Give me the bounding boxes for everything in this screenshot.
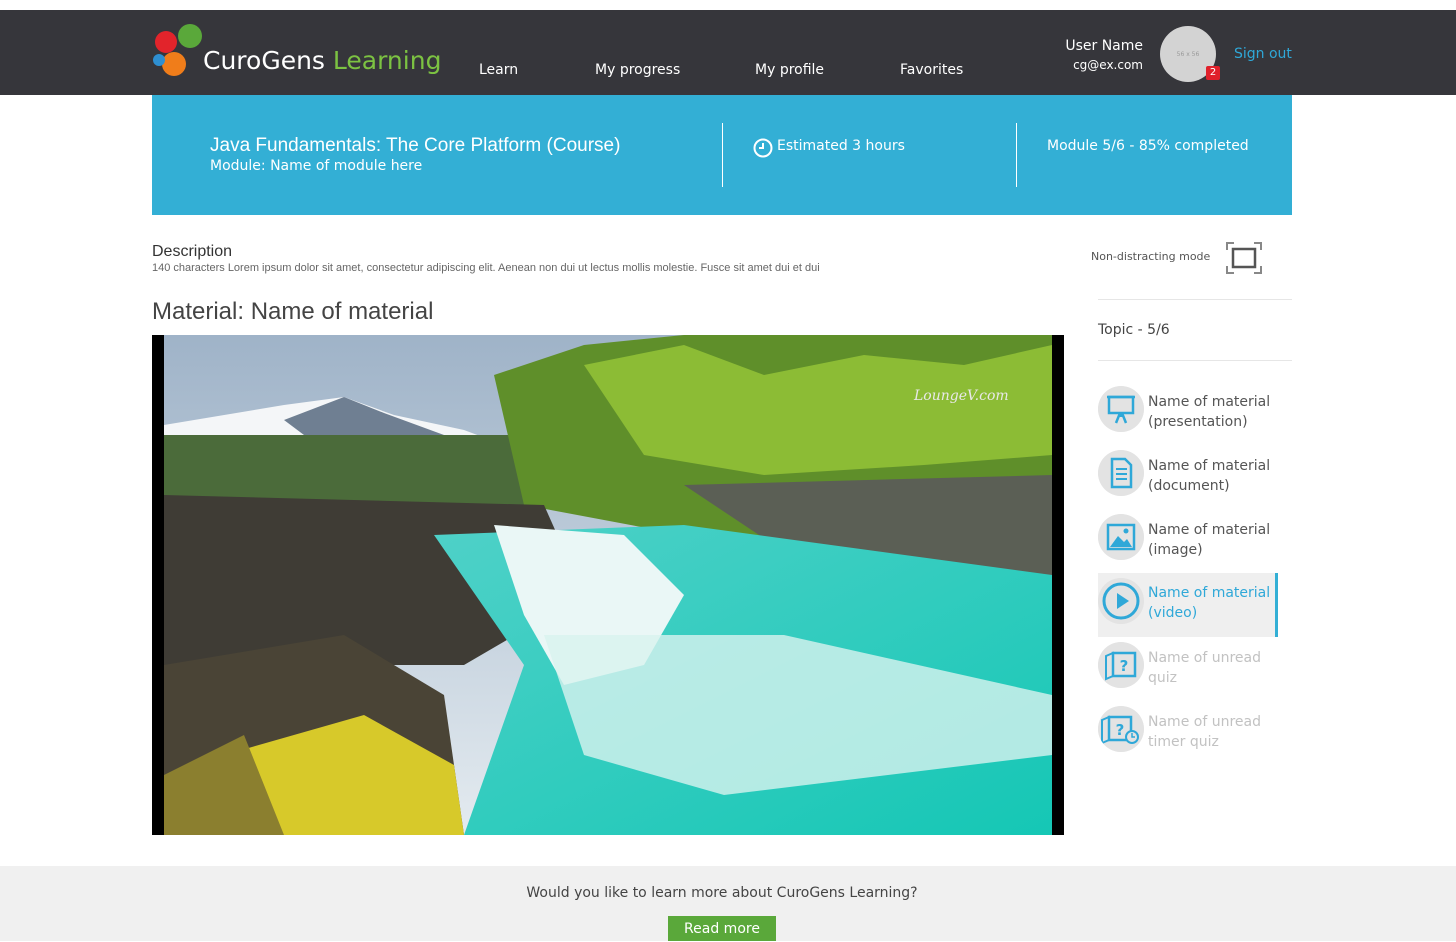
material-item-name: Name of material — [1148, 458, 1271, 474]
estimated-time: Estimated 3 hours — [777, 138, 905, 154]
module-name: Module: Name of module here — [210, 158, 423, 174]
sign-out-link[interactable]: Sign out — [1234, 46, 1292, 62]
material-item-type: (presentation) — [1148, 414, 1248, 430]
sidebar-divider — [1098, 299, 1292, 300]
material-item-type: (image) — [1148, 542, 1203, 558]
material-item-name: Name of material — [1148, 585, 1271, 601]
video-play-icon — [1098, 578, 1144, 624]
quiz-icon: ? — [1098, 642, 1144, 688]
material-item-type: (document) — [1148, 478, 1230, 494]
top-strip — [0, 0, 1456, 10]
brand-name-accent: Learning — [332, 46, 442, 75]
material-item-label: Name of material (presentation) — [1148, 392, 1276, 432]
material-item-name: Name of material — [1148, 394, 1271, 410]
user-name: User Name — [1065, 38, 1143, 54]
footer-cta-text: Would you like to learn more about CuroG… — [526, 885, 918, 901]
nav-learn[interactable]: Learn — [479, 62, 518, 78]
material-item-video[interactable]: Name of material (video) — [1098, 573, 1278, 637]
material-item-presentation[interactable]: Name of material (presentation) — [1098, 386, 1278, 450]
document-icon — [1098, 450, 1144, 496]
material-item-name: Name of unread — [1148, 650, 1261, 666]
read-more-button[interactable]: Read more — [668, 916, 776, 941]
notification-badge[interactable]: 2 — [1206, 66, 1220, 80]
top-header: CuroGens Learning Learn My progress My p… — [0, 10, 1456, 95]
avatar-placeholder-text: 56 x 56 — [1176, 50, 1200, 58]
material-item-label: Name of material (document) — [1148, 456, 1276, 496]
topic-counter: Topic - 5/6 — [1098, 322, 1170, 338]
clock-icon — [753, 138, 773, 158]
material-item-image[interactable]: Name of material (image) — [1098, 514, 1278, 578]
non-distracting-mode-label: Non-distracting mode — [1091, 250, 1211, 263]
video-watermark: LoungeV.com — [914, 388, 1009, 404]
course-title: Java Fundamentals: The Core Platform (Co… — [210, 135, 621, 156]
sidebar-divider — [1098, 360, 1292, 361]
svg-text:?: ? — [1120, 657, 1129, 675]
description-text: 140 characters Lorem ipsum dolor sit ame… — [152, 262, 820, 274]
material-item-label: Name of material (video) — [1148, 583, 1276, 623]
curogens-logo-icon[interactable] — [150, 22, 210, 80]
description-title: Description — [152, 243, 233, 260]
brand-name[interactable]: CuroGens Learning — [203, 46, 441, 75]
brand-name-main: CuroGens — [203, 46, 333, 75]
banner-divider — [1016, 123, 1017, 187]
material-item-document[interactable]: Name of material (document) — [1098, 450, 1278, 514]
course-banner: Java Fundamentals: The Core Platform (Co… — [152, 95, 1292, 215]
material-item-name: Name of material — [1148, 522, 1271, 538]
material-item-quiz[interactable]: ? Name of unread quiz — [1098, 642, 1278, 706]
banner-divider — [722, 123, 723, 187]
material-item-name: Name of unread — [1148, 714, 1261, 730]
video-frame-image — [164, 335, 1052, 835]
presentation-icon — [1098, 386, 1144, 432]
video-player[interactable]: LoungeV.com — [152, 335, 1064, 835]
material-item-timer-quiz[interactable]: ? Name of unread timer quiz — [1098, 706, 1278, 770]
material-item-label: Name of material (image) — [1148, 520, 1276, 560]
user-email: cg@ex.com — [1073, 58, 1143, 72]
svg-text:?: ? — [1116, 721, 1125, 739]
module-progress: Module 5/6 - 85% completed — [1047, 138, 1249, 154]
material-item-type: (video) — [1148, 605, 1198, 621]
nav-my-progress[interactable]: My progress — [595, 62, 680, 78]
nav-favorites[interactable]: Favorites — [900, 62, 963, 78]
material-item-label: Name of unread timer quiz — [1148, 712, 1276, 752]
nav-my-profile[interactable]: My profile — [755, 62, 824, 78]
material-item-type: timer quiz — [1148, 734, 1219, 750]
image-icon — [1098, 514, 1144, 560]
fullscreen-icon[interactable] — [1226, 242, 1262, 274]
timer-quiz-icon: ? — [1098, 706, 1144, 752]
material-title: Material: Name of material — [152, 298, 434, 325]
material-item-type: quiz — [1148, 670, 1177, 686]
footer: Would you like to learn more about CuroG… — [0, 866, 1456, 941]
material-item-label: Name of unread quiz — [1148, 648, 1276, 688]
